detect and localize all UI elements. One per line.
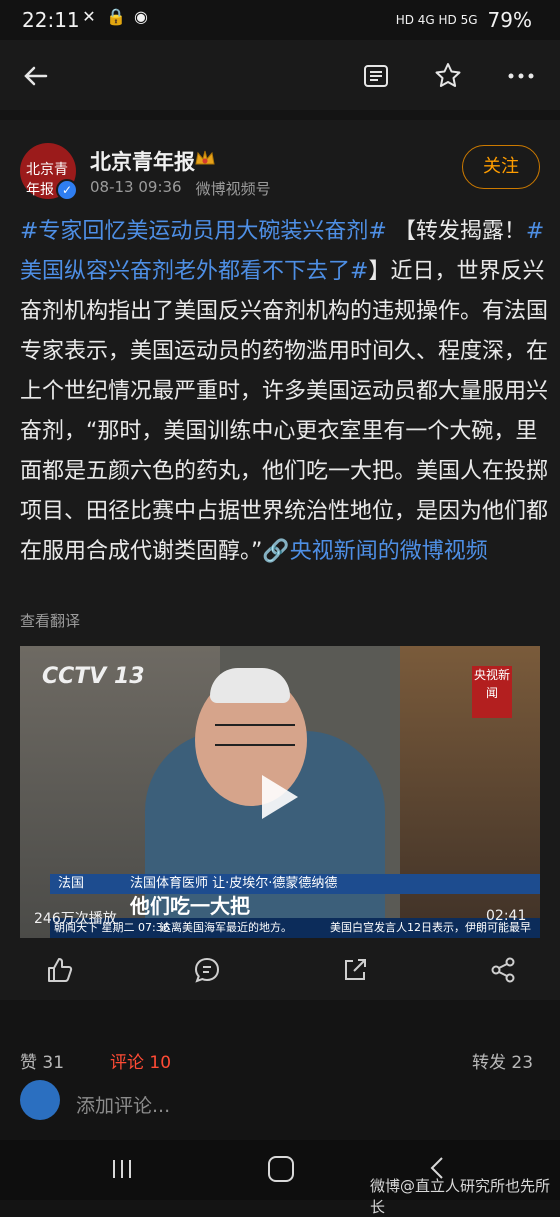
like-count[interactable]: 赞 31: [20, 1048, 64, 1073]
lower-third-country: 法国: [58, 876, 85, 891]
app-bar: [0, 40, 560, 110]
user-avatar: [20, 1080, 60, 1120]
post-body: #专家回忆美运动员用大碗装兴奋剂# 【转发揭露！#美国纵容兴奋剂老外都看不下去了…: [20, 212, 548, 572]
comment-input[interactable]: 添加评论...: [20, 1080, 540, 1124]
translate-link[interactable]: 查看翻译: [20, 610, 80, 631]
follow-button[interactable]: 关注: [462, 145, 540, 189]
video-subtitle: 他们吃一大把: [130, 894, 250, 918]
video-player[interactable]: CCTV 13 央视新闻 法国 法国体育医师 让·皮埃尔·德蒙德纳德 他们吃一大…: [20, 646, 540, 938]
news-corner-logo: 央视新闻: [472, 666, 512, 718]
view-count: 246万次播放: [34, 911, 117, 927]
share-icon[interactable]: [488, 955, 518, 985]
post-meta: 08-13 09:36 微博视频号: [90, 178, 271, 199]
action-bar: [0, 955, 560, 995]
watermark: 微博@直立人研究所也先所长: [370, 1177, 551, 1216]
home-button-icon[interactable]: [268, 1156, 294, 1182]
video-background-shelf: [400, 646, 540, 938]
more-options-icon[interactable]: [505, 60, 537, 92]
status-icons-right: HD 4G HD 5G 79%: [396, 8, 532, 32]
play-icon[interactable]: [262, 775, 298, 819]
crown-badge-icon: [195, 150, 215, 165]
back-arrow-icon[interactable]: [20, 60, 52, 92]
lock-icon: 🔒: [106, 7, 126, 26]
video-duration: 02:41: [486, 908, 527, 924]
post-text: 【转发揭露！: [386, 219, 526, 244]
author-name[interactable]: 北京青年报: [90, 146, 195, 176]
post-source: 微博视频号: [195, 180, 271, 198]
post-text: 】近日，世界反兴奋剂机构指出了美国反兴奋剂机构的违规操作。有法国专家表示，美国运…: [20, 259, 549, 564]
comment-tab[interactable]: 评论 10: [110, 1048, 171, 1073]
post-date: 08-13 09:36: [90, 178, 182, 196]
video-source-link[interactable]: 🔗央视新闻的微博视频: [262, 539, 487, 564]
battery-level: 79%: [487, 8, 532, 32]
video-ticker: 朝闻天下 星期二 07:36 达离美国海军最近的地方。 美国白宫发言人12日表示…: [50, 918, 540, 938]
verified-badge-icon: ✓: [56, 179, 78, 201]
like-icon[interactable]: [44, 955, 74, 985]
favorite-star-icon[interactable]: [432, 60, 464, 92]
repost-icon[interactable]: [340, 955, 370, 985]
hashtag-link[interactable]: #专家回忆美运动员用大碗装兴奋剂#: [20, 219, 387, 244]
video-person-hair: [210, 668, 290, 703]
recent-apps-icon[interactable]: [110, 1158, 134, 1180]
status-icons-left: ✕ 🔒 ◉: [80, 8, 150, 26]
network-indicators: HD 4G HD 5G: [395, 13, 478, 27]
video-lower-third: 法国 法国体育医师 让·皮埃尔·德蒙德纳德: [50, 874, 540, 894]
comment-icon[interactable]: [192, 955, 222, 985]
ticker-text: 达离美国海军最近的地方。: [160, 921, 292, 934]
tools-icon: ✕: [82, 7, 96, 26]
video-person-glasses: [215, 724, 295, 746]
globe-icon: ◉: [134, 7, 148, 26]
document-icon[interactable]: [360, 60, 392, 92]
repost-count[interactable]: 转发 23: [472, 1048, 533, 1073]
channel-logo: CCTV 13: [42, 664, 145, 689]
status-time: 22:11: [22, 8, 80, 32]
status-bar: 22:11 ✕ 🔒 ◉ HD 4G HD 5G 79%: [0, 0, 560, 40]
comment-placeholder: 添加评论...: [76, 1095, 171, 1117]
